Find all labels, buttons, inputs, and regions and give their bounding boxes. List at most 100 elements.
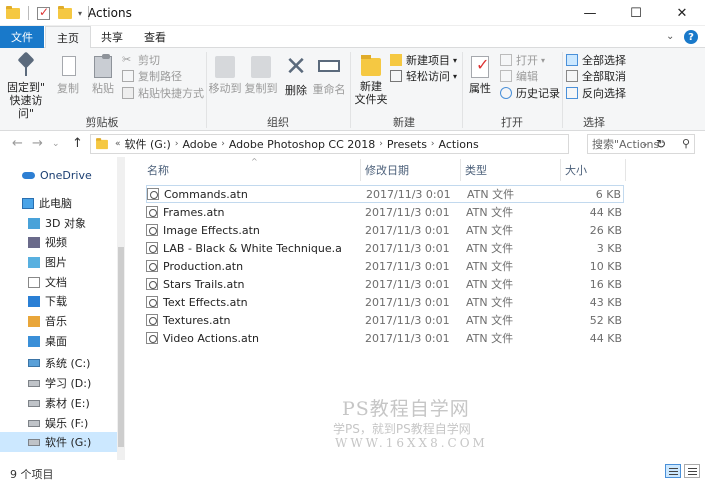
file-row[interactable]: Production.atn 2017/11/3 0:01 ATN 文件 10 …	[146, 257, 624, 275]
cut-button[interactable]: ✂ 剪切	[122, 52, 160, 68]
breadcrumb-chevron-icon[interactable]: ›	[431, 139, 435, 149]
group-separator	[350, 52, 351, 128]
column-separator[interactable]	[560, 159, 561, 181]
nav-item-documents[interactable]: 文档	[0, 272, 117, 292]
nav-item-drive-e[interactable]: 素材 (E:)	[0, 393, 117, 413]
nav-item-onedrive[interactable]: OneDrive	[0, 165, 117, 185]
move-to-button[interactable]: 移动到	[208, 52, 242, 95]
breadcrumb-item[interactable]: 软件 (G:)	[125, 136, 171, 152]
overflow-chevron-icon[interactable]: «	[115, 139, 121, 149]
properties-button[interactable]: 属性	[465, 52, 495, 95]
ribbon-tabs: 文件 主页 共享 查看 ⌄ ?	[0, 26, 705, 49]
file-row[interactable]: Frames.atn 2017/11/3 0:01 ATN 文件 44 KB	[146, 203, 624, 221]
back-arrow-icon[interactable]: ←	[12, 136, 23, 151]
nav-item-desktop[interactable]: 桌面	[0, 331, 117, 351]
search-input[interactable]: 搜索"Actions" ⚲	[587, 134, 695, 154]
file-name-cell: Textures.atn	[146, 314, 341, 327]
collapse-ribbon-icon[interactable]: ⌄	[666, 31, 674, 42]
rename-button[interactable]: 重命名	[312, 52, 346, 96]
customize-qa-icon[interactable]: ▾	[78, 9, 82, 18]
column-separator[interactable]	[360, 159, 361, 181]
easy-access-icon	[390, 70, 402, 82]
copy-to-button[interactable]: 复制到	[244, 52, 278, 95]
easy-access-button[interactable]: 轻松访问 ▾	[390, 68, 457, 84]
nav-item-drive-g[interactable]: 软件 (G:)	[0, 432, 117, 452]
address-row: ← → ⌄ ↑ « 软件 (G:) › Adobe › Adobe Photos…	[0, 131, 705, 157]
breadcrumb-item[interactable]: Presets	[387, 138, 427, 151]
nav-item-label: OneDrive	[40, 168, 92, 182]
column-header-size[interactable]: 大小	[565, 157, 625, 183]
breadcrumb-item[interactable]: Actions	[439, 138, 479, 151]
nav-item-drive-d[interactable]: 学习 (D:)	[0, 373, 117, 393]
file-row[interactable]: LAB - Black & White Technique.atn 2017/1…	[146, 239, 624, 257]
new-folder-icon	[361, 55, 381, 76]
breadcrumb-chevron-icon[interactable]: ›	[175, 139, 179, 149]
breadcrumb-item[interactable]: Adobe Photoshop CC 2018	[229, 138, 375, 151]
paste-shortcut-button[interactable]: 粘贴快捷方式	[122, 85, 204, 101]
file-row[interactable]: Image Effects.atn 2017/11/3 0:01 ATN 文件 …	[146, 221, 624, 239]
tab-file[interactable]: 文件	[0, 26, 44, 48]
nav-item-pictures[interactable]: 图片	[0, 252, 117, 272]
paste-button[interactable]: 粘贴	[88, 52, 118, 95]
tab-home[interactable]: 主页	[45, 26, 91, 49]
copy-to-icon	[251, 56, 271, 78]
up-arrow-icon[interactable]: ↑	[72, 136, 83, 151]
nav-item-label: 文档	[45, 276, 67, 289]
copy-button[interactable]: 复制	[52, 52, 84, 95]
nav-scrollbar-thumb[interactable]	[118, 247, 124, 447]
forward-arrow-icon[interactable]: →	[32, 136, 43, 151]
navigation-pane: OneDrive 此电脑 3D 对象 视频 图片 文档 下载 音乐 桌面 系统 …	[0, 157, 125, 460]
file-row[interactable]: Video Actions.atn 2017/11/3 0:01 ATN 文件 …	[146, 329, 624, 347]
nav-item-drive-f[interactable]: 娱乐 (F:)	[0, 413, 117, 433]
breadcrumb-item[interactable]: Adobe	[182, 138, 217, 151]
new-folder-button[interactable]: 新建 文件夹	[354, 52, 388, 106]
file-type: ATN 文件	[466, 224, 514, 237]
address-bar[interactable]: « 软件 (G:) › Adobe › Adobe Photoshop CC 2…	[90, 134, 666, 154]
new-folder-icon[interactable]	[58, 5, 72, 19]
file-row[interactable]: Textures.atn 2017/11/3 0:01 ATN 文件 52 KB	[146, 311, 624, 329]
nav-item-music[interactable]: 音乐	[0, 311, 117, 331]
dropdown-arrow-icon: ▾	[541, 55, 546, 65]
delete-icon: ✕	[285, 52, 307, 82]
breadcrumb-chevron-icon[interactable]: ›	[379, 139, 383, 149]
select-none-button[interactable]: 全部取消	[566, 68, 626, 84]
large-icons-view-button[interactable]	[684, 464, 700, 478]
recent-locations-icon[interactable]: ⌄	[52, 139, 60, 149]
new-item-button[interactable]: 新建项目 ▾	[390, 52, 457, 68]
properties-icon[interactable]	[37, 5, 50, 20]
column-header-type[interactable]: 类型	[465, 157, 560, 183]
history-button[interactable]: 历史记录	[500, 85, 560, 101]
column-separator[interactable]	[460, 159, 461, 181]
copy-path-button[interactable]: 复制路径	[122, 68, 182, 84]
nav-item-drive-c[interactable]: 系统 (C:)	[0, 353, 117, 373]
minimize-button[interactable]: —	[567, 0, 613, 26]
file-type: ATN 文件	[466, 296, 514, 309]
nav-item-videos[interactable]: 视频	[0, 232, 117, 252]
nav-item-downloads[interactable]: 下载	[0, 291, 117, 311]
file-row[interactable]: Text Effects.atn 2017/11/3 0:01 ATN 文件 4…	[146, 293, 624, 311]
drive-icon	[28, 379, 40, 387]
invert-selection-button[interactable]: 反向选择	[566, 85, 626, 101]
tab-share[interactable]: 共享	[92, 26, 132, 48]
column-header-date[interactable]: 修改日期	[365, 157, 460, 183]
tab-view[interactable]: 查看	[135, 26, 175, 48]
file-row[interactable]: Commands.atn 2017/11/3 0:01 ATN 文件 6 KB	[146, 185, 624, 203]
maximize-button[interactable]: ☐	[613, 0, 659, 26]
nav-item-this-pc[interactable]: 此电脑	[0, 193, 117, 213]
select-all-button[interactable]: 全部选择	[566, 52, 626, 68]
action-file-icon	[146, 278, 158, 290]
close-button[interactable]: ✕	[659, 0, 705, 26]
nav-item-3d-objects[interactable]: 3D 对象	[0, 213, 117, 233]
breadcrumb-chevron-icon[interactable]: ›	[221, 139, 225, 149]
help-icon[interactable]: ?	[684, 30, 698, 44]
select-none-icon	[566, 70, 578, 82]
nav-scrollbar[interactable]	[117, 157, 125, 460]
column-header-name[interactable]: 名称	[147, 157, 357, 183]
file-row[interactable]: Stars Trails.atn 2017/11/3 0:01 ATN 文件 1…	[146, 275, 624, 293]
edit-button[interactable]: 编辑	[500, 68, 538, 84]
details-view-button[interactable]	[665, 464, 681, 478]
column-separator[interactable]	[625, 159, 626, 181]
pin-quick-access-button[interactable]: 固定到" 快速访问"	[4, 52, 48, 120]
delete-button[interactable]: ✕ 删除	[282, 52, 310, 97]
open-button[interactable]: 打开 ▾	[500, 52, 545, 68]
